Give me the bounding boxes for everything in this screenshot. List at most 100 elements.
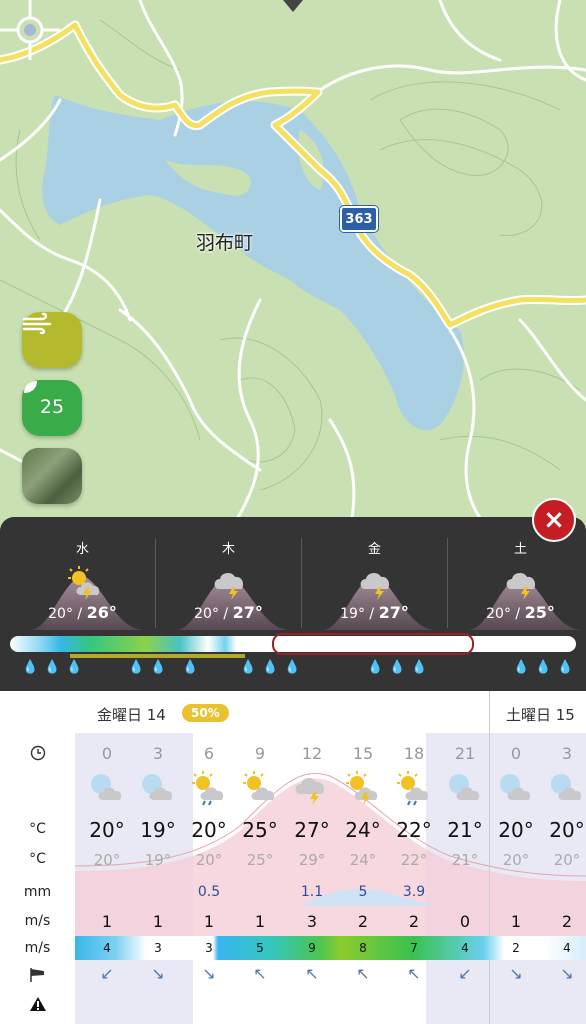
close-button[interactable]: × [532, 498, 576, 542]
gust-value: 3 [205, 941, 213, 955]
feels-like-value: 20° [502, 851, 530, 869]
windsock-icon [0, 967, 75, 987]
day-temps: 19° / 27° [340, 603, 409, 622]
day-high: 27° [232, 603, 263, 622]
day-forecast-0[interactable]: 水 20° / 26° [10, 525, 155, 630]
wind-speed-value: 2 [408, 912, 420, 931]
hour-label: 15 [352, 744, 374, 763]
day-divider [155, 538, 156, 628]
moon-cloud-icon [491, 770, 541, 806]
precip-probability-badge: 50% [182, 704, 229, 722]
wind-layer-button[interactable] [22, 312, 82, 368]
gust-value: 4 [461, 941, 469, 955]
route-shield: 363 [340, 206, 378, 232]
cloud-thunder-icon [357, 565, 397, 605]
day-high: 27° [378, 603, 409, 622]
selected-day-range[interactable] [272, 633, 474, 655]
gust-value: 5 [256, 941, 264, 955]
sun-cloud-rain-icon [184, 770, 234, 806]
wind-speed-value: 3 [306, 912, 318, 931]
hour-label: 18 [403, 744, 425, 763]
feels-like-value: 25° [246, 851, 274, 869]
temperature-value: 21° [447, 818, 483, 842]
aqi-value: 25 [39, 396, 65, 418]
rain-value: 1.1 [300, 884, 324, 900]
cloud-thunder-icon [287, 770, 337, 806]
temperature-value: 22° [396, 818, 432, 842]
sun-cloud-rain-icon [389, 770, 439, 806]
day-name: 木 [221, 542, 235, 557]
gust-value: 9 [308, 941, 316, 955]
wind-direction-icon: ↘ [202, 964, 216, 983]
hour-label: 9 [254, 744, 266, 763]
day-forecast-3[interactable]: 土 20° / 25° [448, 525, 586, 630]
rain-value: 3.9 [402, 884, 426, 900]
day-high: 26° [86, 603, 117, 622]
crosshair-icon [0, 0, 60, 60]
temperature-value: 20° [549, 818, 585, 842]
rain-value: 0.5 [197, 884, 221, 900]
wind-direction-icon: ↘ [560, 964, 574, 983]
wind-direction-icon: ↖ [407, 964, 421, 983]
feels-like-value: 20° [553, 851, 581, 869]
wind-icon [22, 312, 52, 334]
sun-cloud-icon [235, 770, 285, 806]
day-name: 金 [367, 542, 381, 557]
wind-speed-value: 1 [203, 912, 215, 931]
hour-label: 6 [203, 744, 215, 763]
moon-cloud-icon [542, 770, 586, 806]
day-divider [447, 538, 448, 628]
day-forecast-2[interactable]: 金 19° / 27° [302, 525, 447, 630]
wind-speed-value: 0 [459, 912, 471, 931]
day-temps: 20° / 26° [48, 603, 117, 622]
webcam-thumbnail[interactable] [22, 448, 82, 504]
map-canvas [0, 0, 586, 530]
day-temps: 20° / 27° [194, 603, 263, 622]
gust-value: 2 [512, 941, 520, 955]
cloud-thunder-icon [503, 565, 543, 605]
day-header-sat: 土曜日 15 [506, 706, 575, 724]
sun-cloud-thunder-icon [65, 565, 105, 605]
day-high: 25° [524, 603, 555, 622]
wind-speed-value: 2 [357, 912, 369, 931]
feels-like-value: 24° [349, 851, 377, 869]
feels-like-value: 20° [93, 851, 121, 869]
wind-direction-icon: ↙ [458, 964, 472, 983]
wind-speed-value: 1 [510, 912, 522, 931]
feels-like-value: 20° [195, 851, 223, 869]
day-forecast-1[interactable]: 木 20° / 27° [156, 525, 301, 630]
temperature-value: 20° [191, 818, 227, 842]
moon-cloud-icon [82, 770, 132, 806]
warning-icon [0, 996, 75, 1016]
wind-direction-icon: ↘ [151, 964, 165, 983]
gust-value: 3 [154, 941, 162, 955]
sun-cloud-thunder-icon [338, 770, 388, 806]
day-low: 20° [48, 606, 73, 622]
feels-unit-label: °C [29, 851, 46, 867]
rain-probability-line [70, 654, 245, 658]
wind-direction-icon: ↙ [100, 964, 114, 983]
wind-speed-value: 1 [101, 912, 113, 931]
day-low: 19° [340, 606, 365, 622]
wind-direction-icon: ↖ [253, 964, 267, 983]
gust-value: 8 [359, 941, 367, 955]
wind-speed-value: 1 [254, 912, 266, 931]
moon-cloud-icon [133, 770, 183, 806]
temperature-value: 25° [242, 818, 278, 842]
rain-unit-label: mm [23, 884, 52, 900]
wind-speed-value: 2 [561, 912, 573, 931]
wind-speed-value: 1 [152, 912, 164, 931]
gust-value: 7 [410, 941, 418, 955]
hour-label: 12 [301, 744, 323, 763]
moon-cloud-icon [440, 770, 490, 806]
temperature-value: 20° [498, 818, 534, 842]
cloud-thunder-icon [211, 565, 251, 605]
rain-drops-icon: 💧 [182, 660, 205, 675]
rain-drops-icon: 💧💧💧 [367, 660, 434, 675]
day-divider [301, 538, 302, 628]
air-quality-button[interactable]: 25 [22, 380, 82, 436]
temperature-value: 19° [140, 818, 176, 842]
wind-unit-label: m/s [24, 913, 51, 929]
wind-direction-icon: ↖ [356, 964, 370, 983]
map-view[interactable]: 羽布町 363 25 [0, 0, 586, 530]
